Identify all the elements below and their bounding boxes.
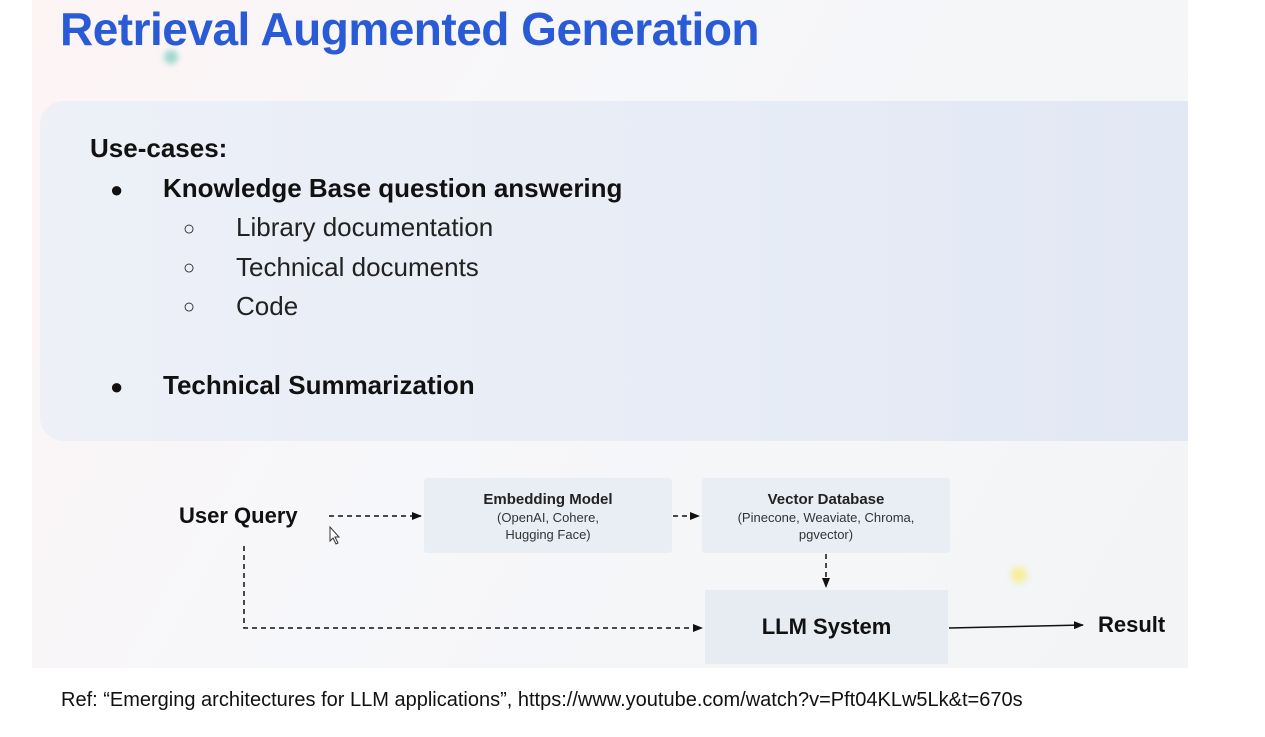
arrow-query-to-llm <box>243 546 703 632</box>
flow-arrows <box>243 512 1084 632</box>
cursor-icon <box>329 525 341 545</box>
reference-citation: Ref: “Emerging architectures for LLM app… <box>61 689 1023 711</box>
arrow-llm-to-result <box>948 621 1084 630</box>
